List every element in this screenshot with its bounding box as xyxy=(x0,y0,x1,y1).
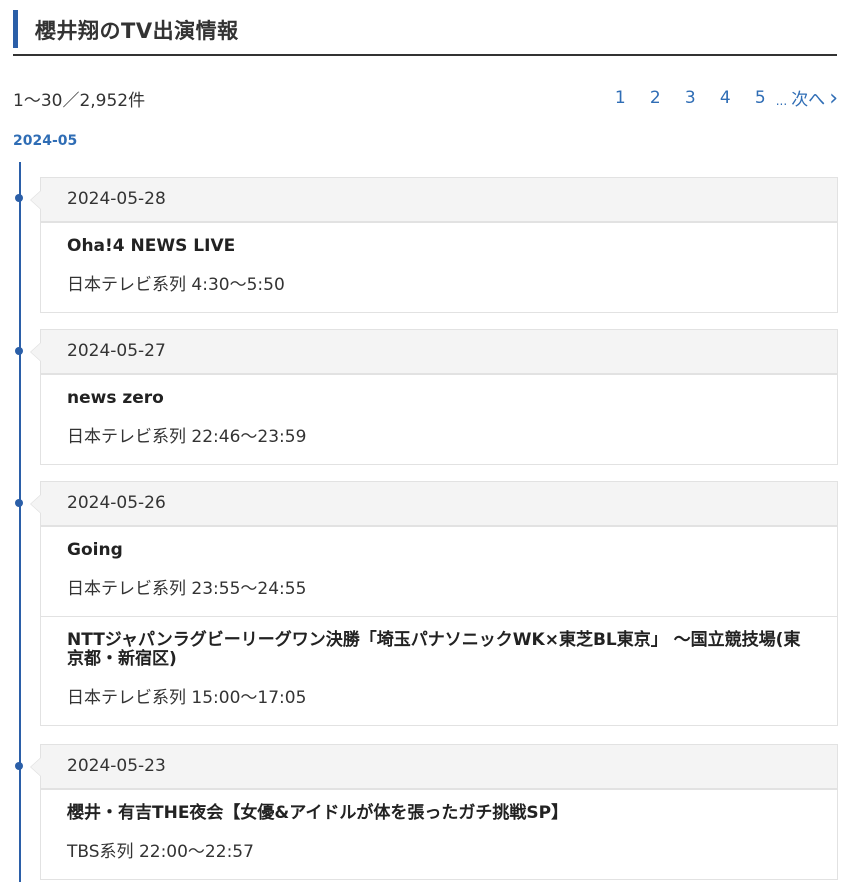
timeline-dot xyxy=(15,762,23,770)
timeline-dot xyxy=(15,194,23,202)
program-channel-time: 日本テレビ系列 23:55〜24:55 xyxy=(67,579,307,599)
page-link-2[interactable]: 2 xyxy=(638,88,673,108)
day-block: 2024-05-28 Oha!4 NEWS LIVE 日本テレビ系列 4:30〜… xyxy=(30,177,838,313)
page-header: 櫻井翔のTV出演情報 xyxy=(13,10,837,56)
pagination: 1 2 3 4 5 ... 次へ › xyxy=(603,85,838,111)
program-item: Going 日本テレビ系列 23:55〜24:55 xyxy=(41,526,837,616)
page-link-5[interactable]: 5 xyxy=(743,88,778,108)
day-date: 2024-05-26 xyxy=(30,482,837,526)
timeline-dot xyxy=(15,347,23,355)
program-item: news zero 日本テレビ系列 22:46〜23:59 xyxy=(41,374,837,464)
program-title[interactable]: 櫻井・有吉THE夜会【女優&アイドルが体を張ったガチ挑戦SP】 xyxy=(67,804,811,823)
result-count: 1〜30／2,952件 xyxy=(13,91,146,111)
program-item: Oha!4 NEWS LIVE 日本テレビ系列 4:30〜5:50 xyxy=(41,222,837,312)
page-title: 櫻井翔のTV出演情報 xyxy=(35,19,239,43)
header-accent-bar xyxy=(13,10,18,48)
program-item: 櫻井・有吉THE夜会【女優&アイドルが体を張ったガチ挑戦SP】 TBS系列 22… xyxy=(41,789,837,879)
program-item: NTTジャパンラグビーリーグワン決勝「埼玉パナソニックWK×東芝BL東京」 〜国… xyxy=(41,616,837,725)
program-channel-time: TBS系列 22:00〜22:57 xyxy=(67,842,254,862)
timeline-line xyxy=(19,162,21,882)
program-channel-time: 日本テレビ系列 4:30〜5:50 xyxy=(67,275,285,295)
page-link-1[interactable]: 1 xyxy=(603,88,638,108)
page-link-4[interactable]: 4 xyxy=(708,88,743,108)
day-date: 2024-05-23 xyxy=(30,745,837,789)
chevron-right-icon[interactable]: › xyxy=(829,86,838,111)
day-block: 2024-05-27 news zero 日本テレビ系列 22:46〜23:59 xyxy=(30,329,838,465)
next-page-label[interactable]: 次へ xyxy=(791,90,825,110)
program-channel-time: 日本テレビ系列 22:46〜23:59 xyxy=(67,427,307,447)
program-title[interactable]: Going xyxy=(67,541,811,560)
day-block: 2024-05-26 Going 日本テレビ系列 23:55〜24:55 NTT… xyxy=(30,481,838,726)
day-date: 2024-05-27 xyxy=(30,330,837,374)
day-block: 2024-05-23 櫻井・有吉THE夜会【女優&アイドルが体を張ったガチ挑戦S… xyxy=(30,744,838,880)
page-link-3[interactable]: 3 xyxy=(673,88,708,108)
program-title[interactable]: news zero xyxy=(67,389,811,408)
program-title[interactable]: NTTジャパンラグビーリーグワン決勝「埼玉パナソニックWK×東芝BL東京」 〜国… xyxy=(67,631,811,669)
timeline-dot xyxy=(15,499,23,507)
pagination-ellipsis: ... xyxy=(775,93,788,108)
program-title[interactable]: Oha!4 NEWS LIVE xyxy=(67,237,811,256)
day-date: 2024-05-28 xyxy=(30,178,837,222)
month-heading: 2024-05 xyxy=(13,133,78,149)
program-channel-time: 日本テレビ系列 15:00〜17:05 xyxy=(67,688,307,708)
next-page-link[interactable]: 次へ › xyxy=(791,85,838,111)
